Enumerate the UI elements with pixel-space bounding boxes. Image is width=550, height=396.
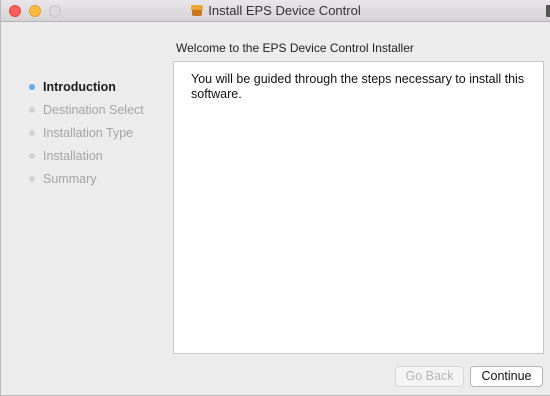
step-bullet-icon bbox=[29, 130, 35, 136]
step-label: Installation Type bbox=[43, 126, 134, 140]
step-bullet-icon bbox=[29, 176, 35, 182]
lock-icon bbox=[546, 5, 550, 17]
window-title: Install EPS Device Control bbox=[1, 3, 550, 19]
step-bullet-icon bbox=[29, 107, 35, 113]
installer-window: Install EPS Device Control Welcome to th… bbox=[0, 0, 550, 396]
step-bullet-icon bbox=[29, 153, 35, 159]
content-pane[interactable]: You will be guided through the steps nec… bbox=[173, 61, 544, 354]
step-summary: Summary bbox=[27, 170, 144, 193]
installer-package-icon bbox=[191, 5, 204, 16]
step-introduction: Introduction bbox=[27, 78, 144, 101]
window-title-text: Install EPS Device Control bbox=[208, 3, 361, 18]
go-back-button: Go Back bbox=[395, 366, 464, 387]
installer-steps: Introduction Destination Select Installa… bbox=[27, 78, 144, 193]
introduction-text: You will be guided through the steps nec… bbox=[191, 72, 525, 101]
step-label: Summary bbox=[43, 172, 97, 186]
step-installation: Installation bbox=[27, 147, 144, 170]
step-bullet-icon bbox=[29, 84, 35, 90]
step-installation-type: Installation Type bbox=[27, 124, 144, 147]
step-label: Introduction bbox=[43, 80, 116, 94]
step-label: Installation bbox=[43, 149, 103, 163]
installer-subtitle: Welcome to the EPS Device Control Instal… bbox=[176, 41, 414, 55]
continue-button[interactable]: Continue bbox=[470, 366, 543, 387]
step-destination-select: Destination Select bbox=[27, 101, 144, 124]
step-label: Destination Select bbox=[43, 103, 144, 117]
title-bar[interactable]: Install EPS Device Control bbox=[1, 0, 550, 22]
